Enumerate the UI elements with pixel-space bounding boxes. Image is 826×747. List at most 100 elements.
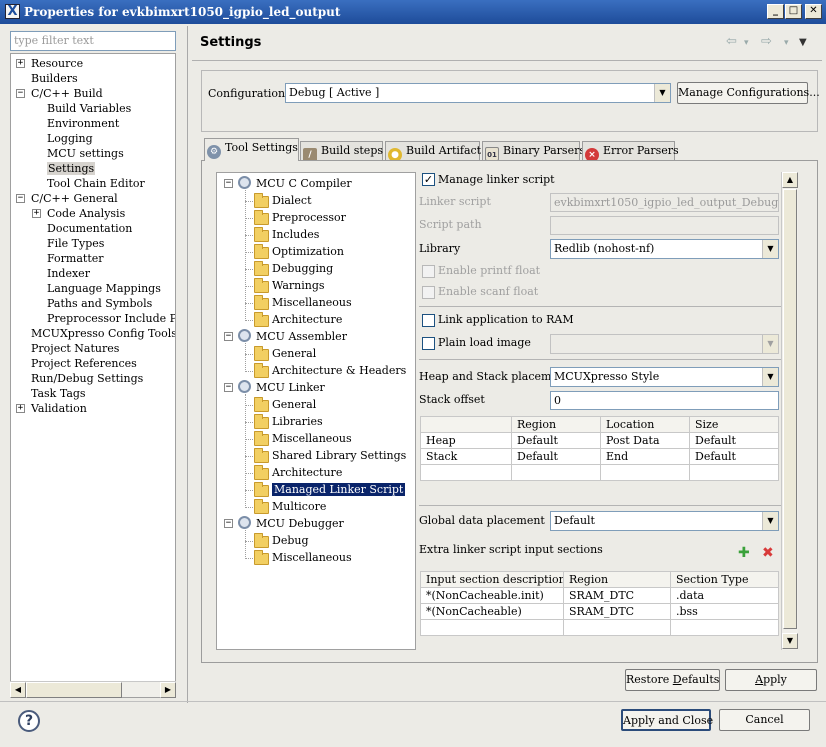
tree-item[interactable]: Language Mappings <box>47 281 161 296</box>
tree-toggle-icon[interactable]: − <box>16 89 25 98</box>
tree-toggle-icon[interactable]: − <box>224 519 233 528</box>
tree-item[interactable]: Project Natures <box>31 341 119 356</box>
add-icon[interactable]: ✚ <box>738 545 750 561</box>
back-dropdown-icon[interactable]: ▾ <box>744 38 749 48</box>
back-icon[interactable]: ⇦ <box>726 34 737 49</box>
tree-toggle-icon[interactable]: − <box>224 383 233 392</box>
tool-tree-item[interactable]: MCU C Compiler <box>256 176 352 191</box>
table-row[interactable]: Stack Default End Default <box>420 448 779 465</box>
scrollbar-thumb[interactable] <box>783 189 797 629</box>
tree-item[interactable]: MCU settings <box>47 146 124 161</box>
tree-item[interactable]: Settings <box>47 161 96 176</box>
close-button[interactable]: ✕ <box>805 4 822 19</box>
table-row[interactable] <box>420 464 779 481</box>
tool-tree-item[interactable]: Libraries <box>272 414 323 429</box>
tool-tree-item[interactable]: Architecture & Headers <box>272 363 406 378</box>
table-cell[interactable] <box>600 464 690 481</box>
tree-item[interactable]: C/C++ Build <box>31 86 103 101</box>
configuration-select[interactable]: Debug [ Active ] ▼ <box>285 83 671 103</box>
tree-item[interactable]: Formatter <box>47 251 104 266</box>
input-sections-column-header[interactable]: Input section description <box>420 571 564 588</box>
pane-divider[interactable] <box>187 26 188 703</box>
tool-tree-item[interactable]: Preprocessor <box>272 210 346 225</box>
input-sections-column-header[interactable]: Section Type <box>670 571 779 588</box>
table-cell[interactable]: *(NonCacheable.init) <box>420 587 564 604</box>
chevron-down-icon[interactable]: ▼ <box>762 240 778 258</box>
tree-item[interactable]: Project References <box>31 356 137 371</box>
scroll-down-icon[interactable]: ▼ <box>782 633 798 649</box>
apply-button[interactable]: Apply <box>725 669 817 691</box>
table-cell[interactable]: End <box>600 448 690 465</box>
tool-tree-item[interactable]: Miscellaneous <box>272 295 352 310</box>
view-menu-icon[interactable]: ▼ <box>799 37 807 48</box>
table-cell[interactable]: Default <box>511 448 601 465</box>
scrollbar-thumb[interactable] <box>26 682 122 698</box>
tool-tree-item[interactable]: Debug <box>272 533 309 548</box>
scroll-left-icon[interactable]: ◀ <box>10 682 26 698</box>
table-cell[interactable]: .bss <box>670 603 779 620</box>
tree-toggle-icon[interactable]: + <box>16 404 25 413</box>
table-cell[interactable]: Post Data <box>600 432 690 449</box>
tool-tree-item[interactable]: Multicore <box>272 499 326 514</box>
left-tree-horizontal-scrollbar[interactable]: ◀ ▶ <box>10 681 176 698</box>
chevron-down-icon[interactable]: ▼ <box>654 84 670 102</box>
table-cell[interactable] <box>563 619 671 636</box>
tree-toggle-icon[interactable]: + <box>32 209 41 218</box>
tree-item[interactable]: Preprocessor Include Paths, <box>47 311 175 326</box>
scroll-right-icon[interactable]: ▶ <box>160 682 176 698</box>
table-cell[interactable]: Default <box>689 448 779 465</box>
settings-vertical-scrollbar[interactable]: ▲ ▼ <box>781 172 798 650</box>
table-cell[interactable] <box>670 619 779 636</box>
tool-tree-item[interactable]: Shared Library Settings <box>272 448 406 463</box>
tree-item[interactable]: Code Analysis <box>47 206 125 221</box>
global-data-placement-select[interactable]: Default ▼ <box>550 511 779 531</box>
tab-binary-parsers[interactable]: 01 Binary Parsers <box>482 141 585 161</box>
heap-stack-column-header[interactable] <box>420 416 512 433</box>
tool-tree-item[interactable]: General <box>272 346 316 361</box>
table-cell[interactable]: SRAM_DTC <box>563 587 671 604</box>
tool-tree-item[interactable]: Includes <box>272 227 319 242</box>
heap-stack-column-header[interactable]: Region <box>511 416 601 433</box>
maximize-button[interactable]: □ <box>785 4 802 19</box>
tool-tree-item[interactable]: Optimization <box>272 244 344 259</box>
tree-item[interactable]: Builders <box>31 71 78 86</box>
tab-tool-settings[interactable]: ⚙ Tool Settings <box>204 138 299 161</box>
tab-error-parsers[interactable]: × Error Parsers <box>582 141 679 162</box>
enable-printf-float-checkbox[interactable] <box>422 265 435 278</box>
tool-tree-item[interactable]: Warnings <box>272 278 325 293</box>
heap-stack-placement-select[interactable]: MCUXpresso Style ▼ <box>550 367 779 387</box>
library-select[interactable]: Redlib (nohost-nf) ▼ <box>550 239 779 259</box>
tab-build-artifact[interactable]: ● Build Artifact <box>385 141 481 162</box>
tool-tree-item[interactable]: Managed Linker Script <box>272 482 406 497</box>
tool-tree-item[interactable]: Miscellaneous <box>272 431 352 446</box>
chevron-down-icon[interactable]: ▼ <box>762 335 778 353</box>
tool-tree-item[interactable]: MCU Linker <box>256 380 325 395</box>
tree-item[interactable]: File Types <box>47 236 104 251</box>
filter-input[interactable]: type filter text <box>10 31 176 51</box>
cancel-button[interactable]: Cancel <box>719 709 810 731</box>
tree-item[interactable]: Logging <box>47 131 93 146</box>
table-cell[interactable]: Heap <box>420 432 512 449</box>
table-cell[interactable] <box>511 464 601 481</box>
minimize-button[interactable]: _ <box>767 4 784 19</box>
tool-tree-item[interactable]: Debugging <box>272 261 333 276</box>
heap-stack-column-header[interactable]: Location <box>600 416 690 433</box>
restore-defaults-button[interactable]: Restore Defaults <box>625 669 720 691</box>
tree-toggle-icon[interactable]: − <box>16 194 25 203</box>
chevron-down-icon[interactable]: ▼ <box>762 512 778 530</box>
stack-offset-field[interactable]: 0 <box>550 391 779 410</box>
tree-item[interactable]: Paths and Symbols <box>47 296 152 311</box>
tree-item[interactable]: Validation <box>31 401 87 416</box>
manage-configurations-button[interactable]: Manage Configurations... <box>677 82 820 104</box>
apply-and-close-button[interactable]: Apply and Close <box>621 709 713 731</box>
table-cell[interactable]: Default <box>511 432 601 449</box>
tree-item[interactable]: Environment <box>47 116 119 131</box>
scroll-up-icon[interactable]: ▲ <box>782 172 798 188</box>
table-cell[interactable]: .data <box>670 587 779 604</box>
table-cell[interactable]: Stack <box>420 448 512 465</box>
table-row[interactable] <box>420 619 779 636</box>
table-row[interactable]: Heap Default Post Data Default <box>420 432 779 449</box>
table-cell[interactable] <box>420 464 512 481</box>
tree-item[interactable]: C/C++ General <box>31 191 118 206</box>
tool-tree-item[interactable]: MCU Debugger <box>256 516 344 531</box>
